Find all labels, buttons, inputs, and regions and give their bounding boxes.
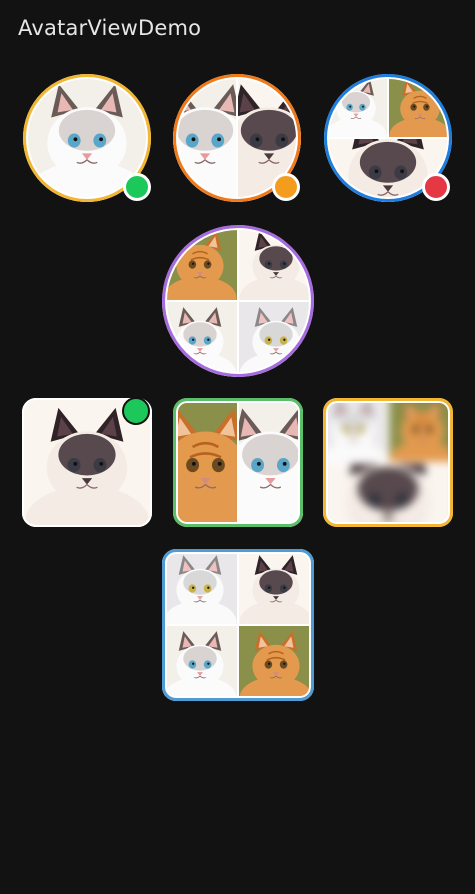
orange-tabby-cat-image [388, 74, 452, 138]
tile-divider [386, 398, 390, 463]
tile-divider [323, 461, 453, 464]
avatar-image-group [162, 225, 314, 377]
tile-divider [162, 300, 314, 302]
gray-white-cat-image [162, 549, 238, 625]
siamese-fluffy-cat-image [238, 549, 314, 625]
gray-white-cat-image [238, 301, 314, 377]
tile-divider [237, 398, 239, 527]
avatar-image-group [323, 398, 453, 527]
status-away-indicator [272, 173, 300, 201]
status-online-indicator [123, 173, 151, 201]
siamese-fluffy-cat-image [323, 462, 453, 527]
status-busy-indicator [422, 173, 450, 201]
tile-divider [162, 624, 314, 626]
avatar-2[interactable] [173, 74, 301, 202]
gray-white-cat-image [323, 398, 388, 463]
avatar-4[interactable] [162, 225, 314, 377]
tile-divider [236, 74, 238, 202]
avatar-image-group [162, 549, 314, 701]
ragdoll-white-cat-image [162, 625, 238, 701]
tile-divider [324, 137, 452, 139]
avatar-1[interactable] [23, 74, 151, 202]
ragdoll-white-cat-image [162, 301, 238, 377]
orange-tabby-cat-image [162, 225, 238, 301]
orange-tabby-cat-image [388, 398, 453, 463]
ragdoll-white-cat-image [238, 398, 303, 527]
avatar-image-group [173, 398, 303, 527]
avatar-6[interactable] [173, 398, 303, 527]
ragdoll-white-cat-image [173, 74, 237, 202]
app-title: AvatarViewDemo [18, 16, 202, 40]
screen: AvatarViewDemo [0, 0, 475, 894]
avatar-8[interactable] [162, 549, 314, 701]
siamese-fluffy-cat-image [238, 225, 314, 301]
orange-tabby-cat-image [238, 625, 314, 701]
orange-tabby-cat-image [173, 398, 238, 527]
status-online-indicator [122, 397, 150, 425]
tile-divider [387, 74, 389, 138]
ragdoll-white-cat-image [324, 74, 388, 138]
avatar-5[interactable] [22, 397, 152, 527]
avatar-3[interactable] [324, 74, 452, 202]
avatar-7[interactable] [323, 398, 453, 527]
